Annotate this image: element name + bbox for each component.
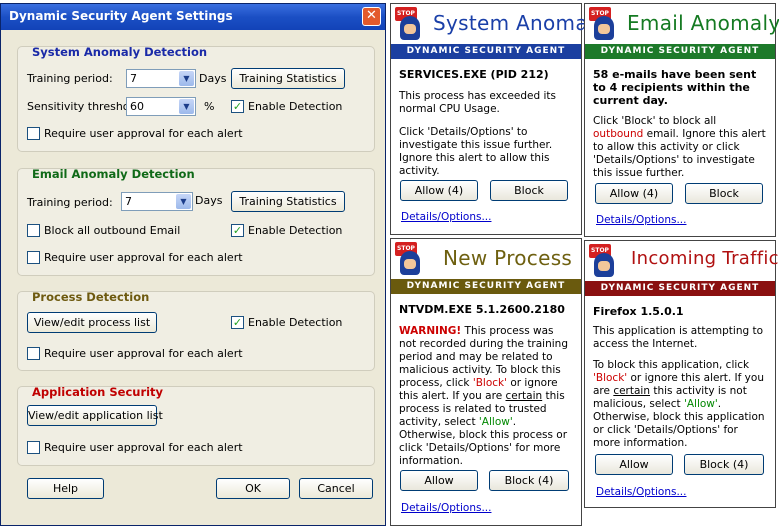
alert-instructions: To block this application, click 'Block'… [593, 359, 765, 449]
alert-instructions: Click 'Block' to block all outbound emai… [593, 115, 766, 179]
enable-detection-label: Enable Detection [248, 316, 343, 329]
details-options-link[interactable]: Details/Options... [596, 214, 686, 226]
details-options-link[interactable]: Details/Options... [596, 486, 686, 498]
alert-header: STOP New Process [391, 239, 581, 279]
training-period-label: Training period: [27, 196, 113, 209]
allow-button[interactable]: Allow (4) [595, 183, 673, 204]
alert-headline: SERVICES.EXE (PID 212) [399, 68, 549, 81]
block-outbound-label: Block all outbound Email [44, 224, 181, 237]
enable-detection-label: Enable Detection [248, 100, 343, 113]
cancel-button[interactable]: Cancel [299, 478, 373, 499]
police-officer-icon [400, 16, 420, 40]
system-anomaly-heading: System Anomaly Detection [32, 45, 208, 59]
alert-title: New Process [443, 246, 573, 270]
brand-band: DYNAMIC SECURITY AGENT [585, 44, 775, 59]
block-button[interactable]: Block [490, 180, 568, 201]
email-anomaly-alert: STOP Email Anomaly DYNAMIC SECURITY AGEN… [584, 3, 779, 237]
block-button[interactable]: Block (4) [684, 454, 764, 475]
alert-title: Email Anomaly [627, 11, 779, 35]
alert-message: This process has exceeded its normal CPU… [399, 90, 557, 115]
alert-header: STOP Incoming Traffic [585, 241, 779, 281]
alert-title: System Anomaly [433, 11, 606, 35]
view-application-list-button[interactable]: View/edit application list [27, 405, 163, 426]
training-period-value: 7 [130, 72, 137, 85]
settings-window: Dynamic Security Agent Settings ✕ System… [0, 3, 386, 526]
alert-title: Incoming Traffic [631, 248, 779, 269]
process-detection-heading: Process Detection [32, 290, 150, 304]
alert-header: STOP Email Anomaly [585, 4, 779, 44]
help-button[interactable]: Help [27, 478, 104, 499]
training-statistics-button[interactable]: Training Statistics [231, 68, 345, 89]
chevron-down-icon[interactable]: ▼ [179, 99, 194, 114]
alert-headline: 58 e-mails have been sent to 4 recipient… [593, 68, 757, 107]
details-options-link[interactable]: Details/Options... [401, 211, 491, 223]
system-anomaly-group: System Anomaly Detection Training period… [17, 45, 375, 152]
chevron-down-icon[interactable]: ▼ [176, 194, 191, 209]
title-bar[interactable]: Dynamic Security Agent Settings ✕ [1, 4, 385, 30]
require-approval-checkbox[interactable] [27, 441, 40, 454]
days-label: Days [195, 194, 223, 207]
alert-message: WARNING! This process was not recorded d… [399, 325, 568, 467]
email-anomaly-group: Email Anomaly Detection Training period:… [17, 167, 375, 276]
enable-detection-checkbox[interactable]: ✓ [231, 100, 244, 113]
block-button[interactable]: Block (4) [489, 470, 569, 491]
incoming-traffic-alert: STOP Incoming Traffic DYNAMIC SECURITY A… [584, 240, 779, 508]
alert-header: STOP System Anomaly [391, 4, 606, 44]
allow-button[interactable]: Allow [400, 470, 478, 491]
email-anomaly-heading: Email Anomaly Detection [32, 167, 195, 181]
require-approval-checkbox[interactable] [27, 347, 40, 360]
require-approval-label: Require user approval for each alert [44, 251, 243, 264]
training-period-combo[interactable]: 7 ▼ [126, 69, 196, 88]
system-anomaly-alert: STOP System Anomaly DYNAMIC SECURITY AGE… [390, 3, 606, 235]
alert-headline: Firefox 1.5.0.1 [593, 305, 684, 318]
view-process-list-button[interactable]: View/edit process list [27, 312, 157, 333]
sensitivity-value: 60 [130, 100, 144, 113]
require-approval-checkbox[interactable] [27, 251, 40, 264]
window-title: Dynamic Security Agent Settings [9, 9, 233, 23]
alert-headline: NTVDM.EXE 5.1.2600.2180 [399, 303, 565, 316]
require-approval-checkbox[interactable] [27, 127, 40, 140]
brand-band: DYNAMIC SECURITY AGENT [391, 44, 581, 59]
sensitivity-combo[interactable]: 60 ▼ [126, 97, 196, 116]
alert-instructions: Click 'Details/Options' to investigate t… [399, 126, 553, 177]
require-approval-label: Require user approval for each alert [44, 441, 243, 454]
training-period-label: Training period: [27, 72, 113, 85]
enable-detection-checkbox[interactable]: ✓ [231, 316, 244, 329]
new-process-alert: STOP New Process DYNAMIC SECURITY AGENT … [390, 238, 582, 526]
alert-message: This application is attempting to access… [593, 325, 764, 350]
application-security-heading: Application Security [32, 385, 164, 399]
block-button[interactable]: Block [685, 183, 763, 204]
allow-button[interactable]: Allow (4) [400, 180, 478, 201]
require-approval-label: Require user approval for each alert [44, 127, 243, 140]
days-label: Days [199, 72, 227, 85]
allow-button[interactable]: Allow [595, 454, 673, 475]
block-outbound-checkbox[interactable] [27, 224, 40, 237]
police-officer-icon [594, 16, 614, 40]
enable-detection-label: Enable Detection [248, 224, 343, 237]
police-officer-icon [594, 253, 614, 277]
chevron-down-icon[interactable]: ▼ [179, 71, 194, 86]
details-options-link[interactable]: Details/Options... [401, 502, 491, 514]
enable-detection-checkbox[interactable]: ✓ [231, 224, 244, 237]
process-detection-group: Process Detection View/edit process list… [17, 290, 375, 371]
training-period-value: 7 [125, 195, 132, 208]
training-period-combo[interactable]: 7 ▼ [121, 192, 193, 211]
close-icon[interactable]: ✕ [362, 7, 381, 26]
ok-button[interactable]: OK [216, 478, 290, 499]
require-approval-label: Require user approval for each alert [44, 347, 243, 360]
brand-band: DYNAMIC SECURITY AGENT [391, 279, 581, 294]
brand-band: DYNAMIC SECURITY AGENT [585, 281, 775, 296]
police-officer-icon [400, 251, 420, 275]
percent-label: % [204, 100, 215, 113]
application-security-group: Application Security View/edit applicati… [17, 385, 375, 466]
training-statistics-button[interactable]: Training Statistics [231, 191, 345, 212]
